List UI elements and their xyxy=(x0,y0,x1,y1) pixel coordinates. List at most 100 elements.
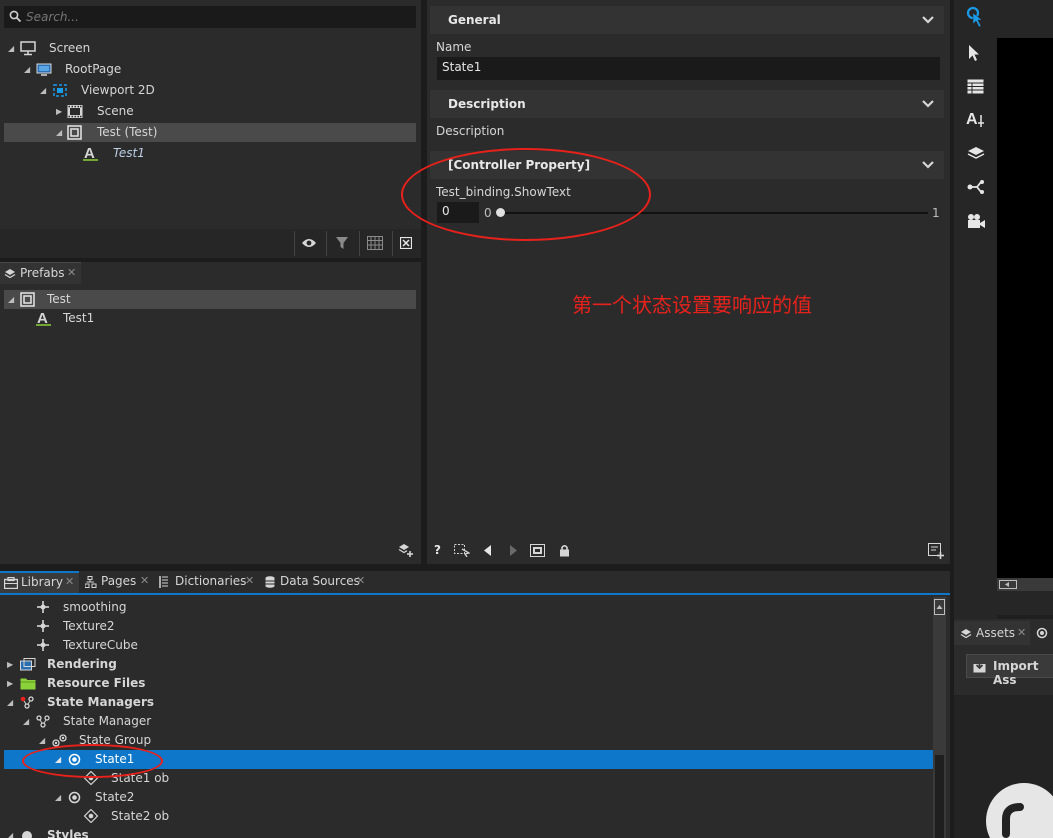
close-icon[interactable]: ✕ xyxy=(67,266,76,279)
collapse-arrow-icon[interactable]: ▶ xyxy=(56,102,62,121)
section-general-header[interactable]: General xyxy=(430,6,944,34)
frame-icon[interactable] xyxy=(530,544,545,557)
eye-icon[interactable] xyxy=(301,237,317,249)
chevron-down-icon[interactable] xyxy=(922,90,934,118)
list-item-label: State2 xyxy=(95,790,135,804)
expand-arrow-icon[interactable]: ◢ xyxy=(8,290,14,309)
tree-node-rootpage[interactable]: ◢ RootPage xyxy=(4,60,416,79)
search-input[interactable] xyxy=(26,8,406,26)
name-field[interactable]: State1 xyxy=(437,57,940,80)
library-tab[interactable]: Library ✕ xyxy=(0,571,79,593)
interact-pointer-icon[interactable] xyxy=(964,6,986,28)
expand-arrow-icon[interactable]: ◢ xyxy=(56,123,62,142)
list-item-label: Styles xyxy=(47,828,89,838)
tree-node-label: Viewport 2D xyxy=(81,83,155,97)
table-icon[interactable] xyxy=(967,79,989,101)
expand-arrow-icon[interactable]: ◢ xyxy=(40,81,46,100)
add-property-icon[interactable] xyxy=(928,543,944,559)
collapse-all-icon[interactable] xyxy=(400,237,412,249)
vertical-scrollbar[interactable] xyxy=(933,597,946,838)
pick-icon[interactable] xyxy=(454,544,470,557)
list-item[interactable]: State2 ob xyxy=(0,807,933,826)
prefabs-tab[interactable]: Prefabs ✕ xyxy=(0,262,81,284)
chevron-down-icon[interactable] xyxy=(922,151,934,179)
list-item[interactable]: Texture2 xyxy=(0,617,933,636)
section-title: General xyxy=(448,13,501,27)
data-sources-tab[interactable]: Data Sources ✕ xyxy=(264,571,374,593)
select-arrow-icon[interactable] xyxy=(967,44,989,66)
assets-list-area[interactable] xyxy=(954,695,1053,838)
state-object-icon xyxy=(84,809,98,823)
library-panel: Library ✕ Pages ✕ Dictionaries ✕ Data So… xyxy=(0,571,950,838)
assets-tab[interactable]: Assets ✕ xyxy=(954,621,1030,645)
connect-icon[interactable] xyxy=(967,179,989,201)
expand-arrow-icon[interactable]: ◢ xyxy=(7,826,13,838)
pages-tab[interactable]: Pages ✕ xyxy=(84,571,154,593)
prefab-node-test1[interactable]: A Test1 xyxy=(4,309,416,328)
tree-node-label: Test1 xyxy=(113,146,145,160)
expand-arrow-icon[interactable]: ◢ xyxy=(39,731,45,750)
section-description-header[interactable]: Description xyxy=(430,90,944,118)
search-box[interactable] xyxy=(4,6,416,28)
list-item[interactable]: ◢ State Manager xyxy=(0,712,933,731)
tree-node-screen[interactable]: ◢ Screen xyxy=(4,39,416,58)
pages-tab-label: Pages xyxy=(101,574,137,588)
text-block-icon: A xyxy=(83,146,99,161)
state-icon xyxy=(68,791,81,804)
scroll-left-icon[interactable] xyxy=(999,580,1017,589)
tree-node-test1[interactable]: A Test1 xyxy=(4,144,416,163)
collapse-arrow-icon[interactable]: ▶ xyxy=(7,655,13,674)
tree-node-test[interactable]: ◢ Test (Test) xyxy=(4,123,416,142)
close-icon[interactable]: ✕ xyxy=(1017,626,1026,639)
tree-node-viewport-2d[interactable]: ◢ Viewport 2D xyxy=(4,81,416,100)
next-icon[interactable] xyxy=(509,545,518,556)
viewport-canvas[interactable] xyxy=(997,38,1053,578)
prefab-node-test[interactable]: ◢ Test xyxy=(4,290,416,309)
list-item[interactable]: ▶ Resource Files xyxy=(0,674,933,693)
close-icon[interactable]: ✕ xyxy=(140,574,149,587)
library-list[interactable]: smoothing Texture2 TextureCube ▶ Renderi… xyxy=(0,597,933,838)
assets-icon xyxy=(960,628,972,640)
list-item[interactable]: ◢ State Managers xyxy=(0,693,933,712)
camera-icon[interactable] xyxy=(967,213,989,235)
layers-icon[interactable] xyxy=(967,146,989,168)
expand-arrow-icon[interactable]: ◢ xyxy=(55,788,61,807)
viewport-panel[interactable] xyxy=(997,0,1053,615)
previous-icon[interactable] xyxy=(483,545,492,556)
list-item[interactable]: smoothing xyxy=(0,598,933,617)
list-item-label: State Manager xyxy=(63,714,152,728)
close-icon[interactable]: ✕ xyxy=(245,574,254,587)
tree-node-scene[interactable]: ▶ Scene xyxy=(4,102,416,121)
expand-arrow-icon[interactable]: ◢ xyxy=(8,39,14,58)
expand-arrow-icon[interactable]: ◢ xyxy=(23,712,29,731)
list-item[interactable]: ◢ Styles xyxy=(0,826,933,838)
expand-arrow-icon[interactable]: ◢ xyxy=(24,60,30,79)
dictionaries-tab-label: Dictionaries xyxy=(175,574,247,588)
list-item[interactable]: ◢ State Group xyxy=(0,731,933,750)
scroll-thumb[interactable] xyxy=(935,755,944,838)
dictionaries-tab[interactable]: Dictionaries ✕ xyxy=(158,571,258,593)
component-tab-icon[interactable] xyxy=(1036,627,1048,639)
import-assets-button[interactable]: Import Ass xyxy=(966,654,1053,687)
library-tab-underline xyxy=(0,593,950,595)
prefab-node-label: Test xyxy=(47,292,71,306)
horizontal-scrollbar[interactable] xyxy=(997,578,1053,591)
text-tool-icon[interactable]: A xyxy=(966,110,988,132)
grid-icon[interactable] xyxy=(367,236,383,250)
lock-icon[interactable] xyxy=(559,544,570,557)
scroll-up-icon[interactable] xyxy=(934,599,945,615)
close-icon[interactable]: ✕ xyxy=(356,574,365,587)
list-item[interactable]: ◢ State2 xyxy=(0,788,933,807)
collapse-arrow-icon[interactable]: ▶ xyxy=(7,674,13,693)
bottom-divider[interactable] xyxy=(0,564,950,571)
chevron-down-icon[interactable] xyxy=(922,6,934,34)
list-item[interactable]: TextureCube xyxy=(0,636,933,655)
help-icon[interactable]: ? xyxy=(434,543,441,557)
close-icon[interactable]: ✕ xyxy=(65,575,74,588)
filter-icon[interactable] xyxy=(335,236,349,250)
name-value: State1 xyxy=(442,60,482,74)
expand-arrow-icon[interactable]: ◢ xyxy=(7,693,13,712)
add-prefab-icon[interactable] xyxy=(398,543,414,557)
description-label: Description xyxy=(436,124,505,138)
list-item[interactable]: ▶ Rendering xyxy=(0,655,933,674)
